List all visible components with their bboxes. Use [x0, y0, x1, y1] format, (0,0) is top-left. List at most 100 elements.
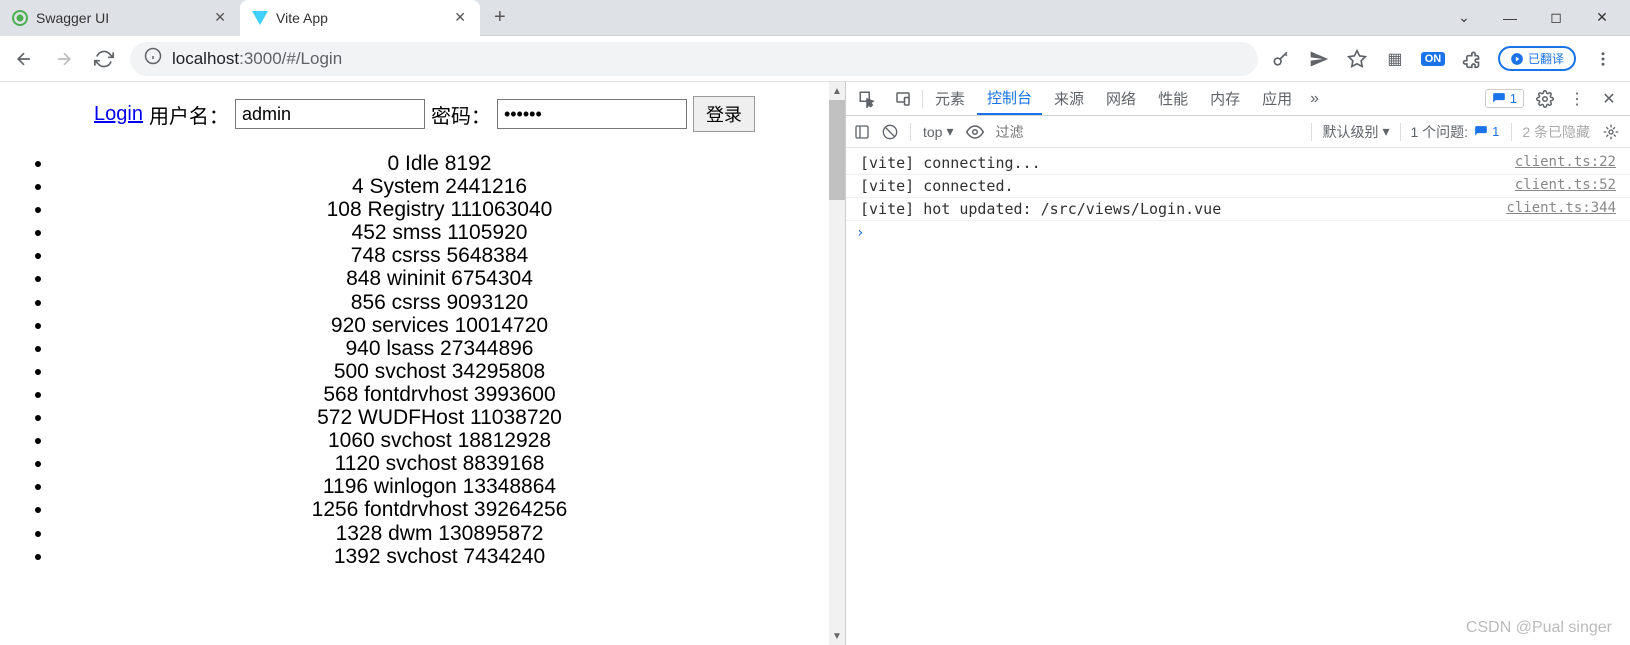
clear-console-icon[interactable] — [882, 124, 898, 140]
console-toolbar: top ▾ 默认级别 ▾ 1 个问题: 1 2 条已隐藏 — [846, 116, 1630, 148]
process-list: 0 Idle 81924 System 2441216108 Registry … — [30, 152, 825, 568]
password-input[interactable] — [497, 99, 687, 129]
maximize-button[interactable]: ◻ — [1542, 4, 1570, 32]
login-button[interactable]: 登录 — [693, 96, 755, 132]
vite-favicon — [252, 10, 268, 26]
list-item: 1060 svchost 18812928 — [54, 429, 825, 452]
login-form: Login 用户名： 密码： 登录 — [94, 96, 825, 132]
gear-icon[interactable] — [1600, 121, 1622, 143]
list-item: 1256 fontdrvhost 39264256 — [54, 498, 825, 521]
tab-application[interactable]: 应用 — [1252, 82, 1302, 115]
list-item: 1328 dwm 130895872 — [54, 522, 825, 545]
url-host: localhost:3000/#/Login — [172, 49, 342, 69]
close-window-button[interactable]: ✕ — [1588, 4, 1616, 32]
address-bar: localhost:3000/#/Login ▦ ON 已翻译 — [0, 36, 1630, 82]
extension-icon[interactable]: ▦ — [1384, 48, 1406, 70]
list-item: 920 services 10014720 — [54, 314, 825, 337]
menu-icon[interactable]: ⋮ — [1566, 88, 1588, 110]
login-link[interactable]: Login — [94, 103, 143, 126]
issues-indicator[interactable]: 1 个问题: 1 — [1411, 122, 1502, 142]
watermark: CSDN @Pual singer — [1466, 619, 1612, 637]
filter-input[interactable] — [996, 124, 1106, 140]
new-tab-button[interactable]: + — [480, 6, 520, 29]
puzzle-icon[interactable] — [1460, 48, 1482, 70]
console-source-link[interactable]: client.ts:344 — [1506, 200, 1616, 218]
device-toggle-icon[interactable] — [886, 82, 920, 115]
list-item: 748 csrss 5648384 — [54, 244, 825, 267]
list-item: 108 Registry 111063040 — [54, 198, 825, 221]
devtools-issues-badge[interactable]: 1 — [1485, 89, 1524, 108]
gear-icon[interactable] — [1534, 88, 1556, 110]
back-button[interactable] — [10, 45, 38, 73]
console-row: [vite] hot updated: /src/views/Login.vue… — [846, 198, 1630, 221]
translate-badge[interactable]: 已翻译 — [1498, 46, 1576, 71]
site-info-icon[interactable] — [144, 47, 162, 70]
console-source-link[interactable]: client.ts:22 — [1515, 154, 1616, 172]
scroll-up-icon[interactable]: ▲ — [829, 82, 845, 100]
menu-icon[interactable] — [1592, 48, 1614, 70]
list-item: 4 System 2441216 — [54, 175, 825, 198]
page-content-pane: Login 用户名： 密码： 登录 0 Idle 81924 System 24… — [0, 82, 845, 645]
scroll-thumb[interactable] — [829, 100, 845, 200]
list-item: 1392 svchost 7434240 — [54, 545, 825, 568]
tab-memory[interactable]: 内存 — [1200, 82, 1250, 115]
minimize-button[interactable]: — — [1496, 4, 1524, 32]
list-item: 940 lsass 27344896 — [54, 337, 825, 360]
level-selector[interactable]: 默认级别 ▾ — [1322, 122, 1389, 142]
tab-elements[interactable]: 元素 — [925, 82, 975, 115]
eye-icon[interactable] — [966, 123, 984, 141]
list-item: 1120 svchost 8839168 — [54, 452, 825, 475]
close-devtools-icon[interactable]: ✕ — [1598, 88, 1620, 110]
tab-title: Vite App — [276, 10, 444, 26]
close-icon[interactable]: ✕ — [212, 7, 228, 28]
tab-vite[interactable]: Vite App ✕ — [240, 0, 480, 36]
tab-console[interactable]: 控制台 — [977, 82, 1042, 115]
console-prompt[interactable]: › — [846, 221, 1630, 245]
tab-performance[interactable]: 性能 — [1148, 82, 1198, 115]
scroll-down-icon[interactable]: ▼ — [829, 627, 845, 645]
console-output: [vite] connecting...client.ts:22[vite] c… — [846, 148, 1630, 645]
console-message: [vite] connecting... — [860, 154, 1515, 172]
main-area: Login 用户名： 密码： 登录 0 Idle 81924 System 24… — [0, 82, 1630, 645]
context-selector[interactable]: top ▾ — [923, 123, 954, 140]
extension-icon[interactable]: ON — [1422, 48, 1444, 70]
star-icon[interactable] — [1346, 48, 1368, 70]
list-item: 452 smss 1105920 — [54, 221, 825, 244]
inspect-icon[interactable] — [850, 82, 884, 115]
username-input[interactable] — [235, 99, 425, 129]
console-row: [vite] connecting...client.ts:22 — [846, 152, 1630, 175]
send-icon[interactable] — [1308, 48, 1330, 70]
username-label: 用户名： — [149, 100, 229, 129]
console-source-link[interactable]: client.ts:52 — [1515, 177, 1616, 195]
browser-chrome: Swagger UI ✕ Vite App ✕ + ⌄ — ◻ ✕ — [0, 0, 1630, 82]
list-item: 500 svchost 34295808 — [54, 360, 825, 383]
list-item: 1196 winlogon 13348864 — [54, 475, 825, 498]
forward-button[interactable] — [50, 45, 78, 73]
close-icon[interactable]: ✕ — [452, 7, 468, 28]
devtools-tabs: 元素 控制台 来源 网络 性能 内存 应用 » 1 ⋮ ✕ — [846, 82, 1630, 116]
hidden-count[interactable]: 2 条已隐藏 — [1522, 122, 1590, 142]
url-input[interactable]: localhost:3000/#/Login — [130, 42, 1258, 76]
overflow-icon[interactable]: » — [1304, 90, 1325, 108]
swagger-favicon — [12, 10, 28, 26]
key-icon[interactable] — [1270, 48, 1292, 70]
chevron-down-icon[interactable]: ⌄ — [1450, 4, 1478, 32]
list-item: 0 Idle 8192 — [54, 152, 825, 175]
tab-title: Swagger UI — [36, 10, 204, 26]
window-controls: ⌄ — ◻ ✕ — [1450, 4, 1630, 32]
scrollbar[interactable]: ▲ ▼ — [829, 82, 845, 645]
devtools-panel: 元素 控制台 来源 网络 性能 内存 应用 » 1 ⋮ ✕ — [845, 82, 1630, 645]
password-label: 密码： — [431, 100, 491, 129]
tab-network[interactable]: 网络 — [1096, 82, 1146, 115]
tab-sources[interactable]: 来源 — [1044, 82, 1094, 115]
reload-button[interactable] — [90, 45, 118, 73]
tab-bar: Swagger UI ✕ Vite App ✕ + ⌄ — ◻ ✕ — [0, 0, 1630, 36]
console-message: [vite] connected. — [860, 177, 1515, 195]
sidebar-toggle-icon[interactable] — [854, 124, 870, 140]
console-message: [vite] hot updated: /src/views/Login.vue — [860, 200, 1506, 218]
toolbar-icons: ▦ ON 已翻译 — [1270, 46, 1620, 71]
list-item: 848 wininit 6754304 — [54, 267, 825, 290]
list-item: 572 WUDFHost 11038720 — [54, 406, 825, 429]
tab-swagger[interactable]: Swagger UI ✕ — [0, 0, 240, 36]
console-row: [vite] connected.client.ts:52 — [846, 175, 1630, 198]
